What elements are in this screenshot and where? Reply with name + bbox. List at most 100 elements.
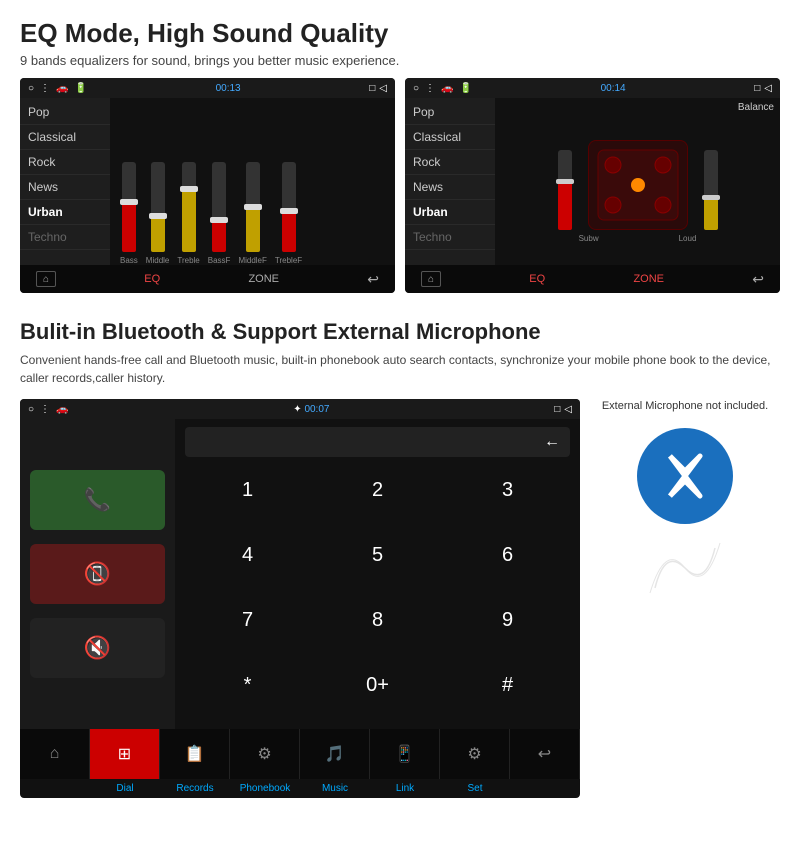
nav-music[interactable]: 🎵 [300, 729, 370, 779]
back-button-2[interactable]: ↩ [752, 271, 764, 288]
dial-5[interactable]: 5 [315, 530, 440, 580]
dial-1[interactable]: 1 [185, 465, 310, 515]
nav-set[interactable]: ⚙ [440, 729, 510, 779]
home-button-2[interactable]: ⌂ [421, 271, 441, 287]
dial-star[interactable]: * [185, 661, 310, 711]
subw-labels: Subw Loud [579, 234, 697, 243]
music-nav-icon: 🎵 [325, 744, 345, 764]
phone-nav-bar: ⌂ ⊞ 📋 ⚙ 🎵 📱 ⚙ [20, 729, 580, 779]
nav-back[interactable]: ↩ [510, 729, 580, 779]
back-nav-icon: ↩ [538, 744, 551, 764]
menu-classical-2[interactable]: Classical [405, 125, 495, 150]
label-dial: Dial [90, 783, 160, 794]
eq-tab-label-2[interactable]: EQ [529, 273, 545, 285]
status-bar-2: ○ ⋮ 🚗 🔋 00:14 □ ◁ [405, 78, 780, 98]
middle-thumb[interactable] [149, 213, 167, 219]
menu-rock-2[interactable]: Rock [405, 150, 495, 175]
treblef-label: TrebleF [275, 256, 302, 265]
dial-7[interactable]: 7 [185, 596, 310, 646]
menu-urban-2[interactable]: Urban [405, 200, 495, 225]
phone-input: ← [185, 427, 570, 457]
time-display-phone: 00:07 [304, 404, 329, 415]
menu-pop-2[interactable]: Pop [405, 100, 495, 125]
eq-bar-treble: Treble [177, 162, 199, 265]
middlef-thumb[interactable] [244, 204, 262, 210]
eq-tab-label-1[interactable]: EQ [144, 273, 160, 285]
bass-fill [122, 203, 136, 253]
dial-4[interactable]: 4 [185, 530, 310, 580]
loud-thumb[interactable] [702, 195, 720, 200]
eq-subtitle: 9 bands equalizers for sound, brings you… [20, 53, 780, 68]
bass-thumb[interactable] [120, 199, 138, 205]
nav-dial[interactable]: ⊞ [90, 729, 160, 779]
dial-3[interactable]: 3 [445, 465, 570, 515]
time-display-1: 00:13 [216, 83, 241, 94]
eq-content-1: Pop Classical Rock News Urban Techno [20, 98, 395, 265]
menu-techno-1[interactable]: Techno [20, 225, 110, 250]
mute-button[interactable]: 🔇 [30, 618, 165, 678]
dial-8[interactable]: 8 [315, 596, 440, 646]
eq-bar-bassf: BassF [208, 162, 231, 265]
bt-right-panel: External Microphone not included. [590, 399, 780, 798]
balance-label: Balance [738, 102, 774, 113]
back-button-1[interactable]: ↩ [367, 271, 379, 288]
nav-records[interactable]: 📋 [160, 729, 230, 779]
bassf-fill [212, 221, 226, 253]
bassf-label: BassF [208, 256, 231, 265]
dial-2[interactable]: 2 [315, 465, 440, 515]
menu-news-2[interactable]: News [405, 175, 495, 200]
dial-hash[interactable]: # [445, 661, 570, 711]
hangup-button[interactable]: 📵 [30, 544, 165, 604]
phone-actions: 📞 📵 🔇 [20, 419, 175, 729]
ext-mic-note: External Microphone not included. [602, 399, 768, 414]
home-button-1[interactable]: ⌂ [36, 271, 56, 287]
eq-bars-1: Bass Middle [116, 102, 389, 265]
call-button[interactable]: 📞 [30, 470, 165, 530]
dial-9[interactable]: 9 [445, 596, 570, 646]
nav-phonebook[interactable]: ⚙ [230, 729, 300, 779]
eq-section: EQ Mode, High Sound Quality 9 bands equa… [0, 0, 800, 303]
nav-link[interactable]: 📱 [370, 729, 440, 779]
bluetooth-logo [635, 426, 735, 526]
zone-label-1[interactable]: ZONE [248, 273, 279, 285]
menu-classical-1[interactable]: Classical [20, 125, 110, 150]
window-icon-2: □ [754, 83, 760, 94]
sub-thumb[interactable] [556, 179, 574, 184]
loud-fill [704, 198, 718, 230]
eq-bar-treblef: TrebleF [275, 162, 302, 265]
zone-label-2[interactable]: ZONE [633, 273, 664, 285]
circle-icon-ph: ○ [28, 404, 34, 415]
menu-urban-1[interactable]: Urban [20, 200, 110, 225]
balance-svg [593, 145, 683, 225]
menu-rock-1[interactable]: Rock [20, 150, 110, 175]
link-nav-icon: 📱 [395, 744, 415, 764]
treblef-thumb[interactable] [280, 208, 298, 214]
backspace-button[interactable]: ← [544, 433, 560, 451]
eq-screens-row: ○ ⋮ 🚗 🔋 00:13 □ ◁ Pop Classical [20, 78, 780, 293]
menu-news-1[interactable]: News [20, 175, 110, 200]
treble-thumb[interactable] [180, 186, 198, 192]
bassf-thumb[interactable] [210, 217, 228, 223]
records-nav-icon: 📋 [185, 744, 205, 764]
menu-pop-1[interactable]: Pop [20, 100, 110, 125]
dial-nav-icon: ⊞ [118, 744, 131, 764]
label-set: Set [440, 783, 510, 794]
dial-0[interactable]: 0+ [315, 661, 440, 711]
status-bar-1: ○ ⋮ 🚗 🔋 00:13 □ ◁ [20, 78, 395, 98]
bt-content: ○ ⋮ 🚗 ✦ 00:07 □ ◁ 📞 [20, 399, 780, 798]
circle-icon-2: ○ [413, 83, 419, 94]
phonebook-nav-icon: ⚙ [257, 744, 271, 764]
back-icon: ◁ [379, 83, 387, 94]
menu-techno-2[interactable]: Techno [405, 225, 495, 250]
dial-6[interactable]: 6 [445, 530, 570, 580]
car-icon-2: 🚗 [441, 83, 453, 94]
battery-icon-2: 🔋 [460, 83, 472, 94]
treble-fill [182, 189, 196, 252]
nav-home[interactable]: ⌂ [20, 729, 90, 779]
eq-bottom-2: ⌂ EQ ZONE ↩ [405, 265, 780, 293]
phone-screen: ○ ⋮ 🚗 ✦ 00:07 □ ◁ 📞 [20, 399, 580, 798]
loud-label: Loud [679, 234, 697, 243]
middle-label: Middle [146, 256, 170, 265]
label-phonebook: Phonebook [230, 783, 300, 794]
call-icon: 📞 [84, 487, 111, 513]
